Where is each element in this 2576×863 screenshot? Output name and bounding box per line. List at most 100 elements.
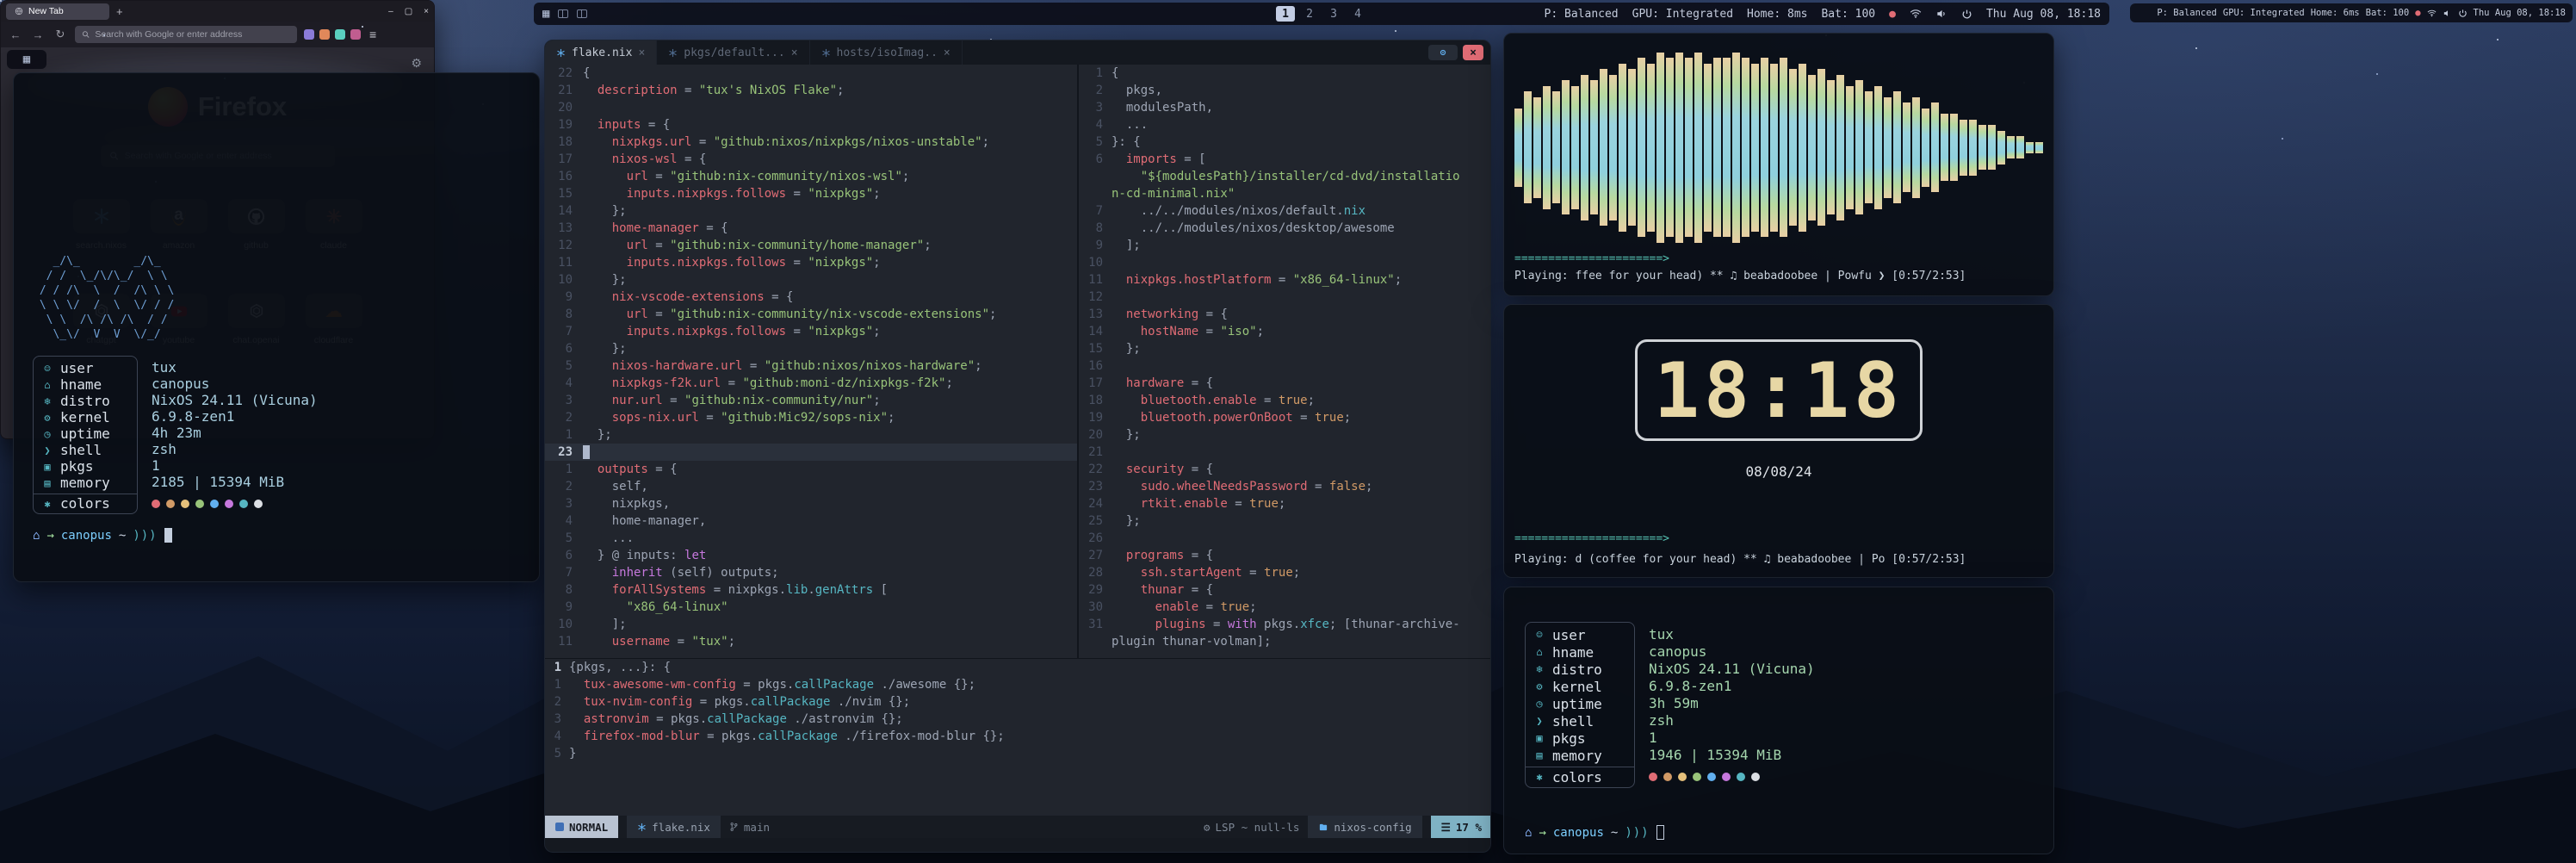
maximize-button[interactable]: ▢ [405, 7, 412, 16]
code-line: 30 enable = true; [1079, 599, 1491, 616]
forward-icon[interactable]: → [30, 28, 46, 41]
code-line: 2 sops-nix.url = "github:Mic92/sops-nix"… [545, 409, 1077, 426]
visualizer-bar [2016, 136, 2024, 158]
color-dot [225, 500, 233, 508]
packages-icon: ▣ [1533, 732, 1545, 744]
color-dot [152, 500, 160, 508]
code-line: 4 nixpkgs-f2k.url = "github:moni-dz/nixp… [545, 375, 1077, 392]
tab-pkgs-default[interactable]: pkgs/default... × [657, 40, 809, 65]
reload-icon[interactable]: ↻ [53, 28, 68, 41]
tab-flake-nix[interactable]: flake.nix × [545, 40, 657, 65]
code-line: 10 [1079, 254, 1491, 271]
code-line: 1 }; [545, 426, 1077, 444]
record-icon[interactable]: ● [1889, 8, 1896, 21]
editor-statusline: NORMAL flake.nix main ⚙LSP ~ null-ls nix… [545, 816, 1491, 838]
workspace-3[interactable]: 3 [1324, 6, 1343, 22]
close-button[interactable]: × [424, 7, 429, 16]
extension-icon[interactable] [335, 29, 345, 40]
code-line: 2 self, [545, 478, 1077, 495]
clock-frame: 18:18 [1635, 339, 1923, 441]
visualizer-bar [1514, 109, 1522, 187]
palette-icon: ✱ [1533, 771, 1545, 783]
code-line: 19 inputs = { [545, 116, 1077, 133]
layout-icon[interactable] [577, 9, 587, 18]
tab-close-icon[interactable]: × [944, 47, 951, 59]
browser-tab[interactable]: New Tab [6, 3, 109, 20]
color-dot [1649, 773, 1657, 781]
editor-tabbar: flake.nix × pkgs/default... × hosts/isoI… [545, 40, 1490, 65]
menu-grid-icon[interactable]: ▦ [542, 7, 549, 21]
visualizer-bar [1647, 64, 1655, 232]
workspace-1[interactable]: 1 [1276, 6, 1295, 22]
code-line: 7 inherit (self) outputs; [545, 564, 1077, 581]
command-line[interactable] [545, 838, 1491, 853]
battery-status: Bat: 100 [2366, 8, 2410, 18]
layout-icon[interactable] [558, 9, 568, 18]
buffer-toggle-button[interactable] [1428, 45, 1458, 60]
visualizer-bar [2026, 142, 2034, 153]
back-icon[interactable]: ← [8, 28, 23, 41]
code-line: 5 nixos-hardware.url = "github:nixos/nix… [545, 357, 1077, 375]
pane-isoimage-nix[interactable]: 1{2 pkgs,3 modulesPath,4 ...5}: {6 impor… [1079, 65, 1491, 658]
address-bar[interactable] [75, 26, 297, 43]
volume-icon[interactable] [2443, 9, 2452, 18]
visualizer-bar [1827, 80, 1835, 214]
home-icon: ⌂ [33, 529, 40, 543]
nix-file-icon [556, 48, 566, 58]
mode-indicator: NORMAL [545, 816, 618, 838]
color-dot [1678, 773, 1687, 781]
minimize-button[interactable]: – [388, 7, 393, 16]
project-name: nixos-config [1308, 816, 1421, 838]
scroll-position: ☰17 % [1431, 816, 1491, 838]
tab-hosts-isoimage[interactable]: hosts/isoImag.. × [810, 40, 963, 65]
visualizer-bar [1761, 58, 1768, 237]
lsp-status: ⚙LSP ~ null-ls [1204, 821, 1299, 834]
code-line: 15 inputs.nixpkgs.follows = "nixpkgs"; [545, 185, 1077, 202]
prompt-chevrons: ))) [133, 529, 157, 543]
now-playing-text: Playing: ffee for your head) ** ♫ beabad… [1514, 268, 2043, 285]
fetch-value: 1946 | 15394 MiB [1649, 746, 1815, 763]
terminal-cursor [164, 528, 172, 543]
visualizer-bar [1836, 75, 1844, 220]
visualizer-bar [1789, 69, 1797, 226]
tab-close-icon[interactable]: × [638, 47, 645, 59]
shell-prompt[interactable]: ⌂ → canopus ~ ))) [1525, 825, 1664, 840]
visualizer-bar [1770, 64, 1778, 232]
fetch-row: ◷uptime [34, 425, 137, 442]
code-line: 3 nur.url = "github:nix-community/nur"; [545, 392, 1077, 409]
extension-icon[interactable] [304, 29, 314, 40]
gpu-status: GPU: Integrated [1632, 8, 1733, 21]
distro-icon: ❄ [1533, 663, 1545, 675]
visualizer-bar [1713, 58, 1721, 237]
visualizer-bar [1865, 91, 1873, 203]
shell-prompt[interactable]: ⌂ → canopus ~ ))) [33, 528, 172, 543]
wifi-icon[interactable] [2427, 9, 2437, 18]
pane-pkgs-default-nix[interactable]: 1{pkgs, ...}: {1 tux-awesome-wm-config =… [545, 658, 1491, 816]
code-line: 16 url = "github:nix-community/nixos-wsl… [545, 168, 1077, 185]
workspace-4[interactable]: 4 [1348, 6, 1367, 22]
visualizer-bar [1723, 58, 1731, 237]
hostname-icon: ⌂ [41, 379, 53, 391]
editor-close-button[interactable]: × [1463, 45, 1483, 60]
extension-icon[interactable] [319, 29, 330, 40]
clock-time: 18:18 [1654, 346, 1904, 435]
record-icon[interactable]: ● [2415, 8, 2420, 18]
git-branch: main [729, 821, 770, 834]
tab-close-icon[interactable]: × [791, 47, 798, 59]
code-line: 19 bluetooth.powerOnBoot = true; [1079, 409, 1491, 426]
visualizer-bar [1799, 64, 1806, 232]
volume-icon[interactable] [1935, 8, 1947, 20]
hamburger-menu-icon[interactable]: ≡ [369, 28, 376, 41]
menu-grid-icon[interactable]: ▦ [23, 53, 30, 66]
power-icon[interactable] [1961, 9, 1972, 20]
code-line: 1{ [1079, 65, 1491, 82]
new-tab-button[interactable]: + [116, 5, 123, 18]
pane-flake-nix[interactable]: 22{21 description = "tux's NixOS Flake";… [545, 65, 1077, 658]
wifi-icon[interactable] [1910, 8, 1922, 20]
fetch-value: 1 [1649, 729, 1815, 746]
personalize-gear-icon[interactable]: ⚙ [411, 56, 422, 71]
extension-icon[interactable] [350, 29, 361, 40]
power-icon[interactable] [2458, 9, 2468, 18]
workspace-2[interactable]: 2 [1300, 6, 1319, 22]
address-input[interactable] [95, 29, 290, 40]
